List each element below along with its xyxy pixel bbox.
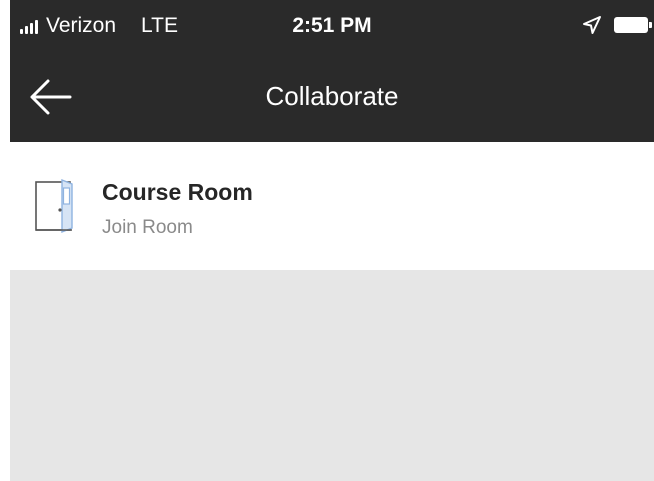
navigation-bar: Collaborate [10,52,654,142]
course-room-list-item[interactable]: Course Room Join Room [10,142,654,270]
battery-tip [649,22,652,28]
page-title: Collaborate [265,81,399,111]
room-name: Course Room [102,179,253,205]
status-bar: Verizon LTE 2:51 PM [10,0,654,52]
location-arrow-icon [582,15,602,35]
door-icon [32,176,76,234]
join-room-label: Join Room [102,217,193,238]
empty-content-area [10,270,654,481]
app-screen: Verizon LTE 2:51 PM Collaborate Course R… [10,0,654,481]
battery-icon [614,17,648,33]
status-time: 2:51 PM [292,14,372,37]
